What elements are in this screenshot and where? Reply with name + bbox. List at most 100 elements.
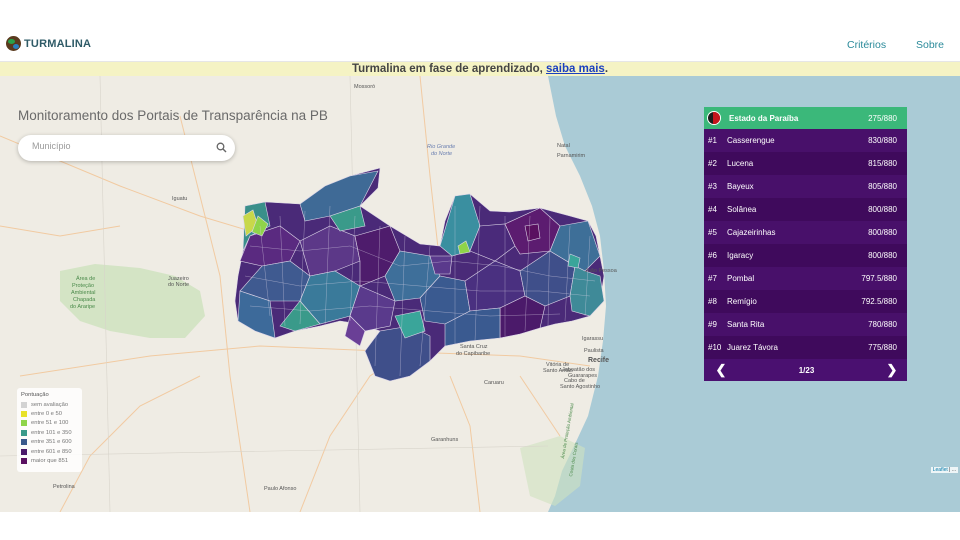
legend-swatch bbox=[21, 458, 27, 465]
map-legend: Pontuação sem avaliação entre 0 e 50 ent… bbox=[17, 388, 82, 472]
chevron-right-icon[interactable]: ❯ bbox=[885, 362, 899, 378]
rank-score: 800/880 bbox=[868, 228, 897, 237]
ranking-row[interactable]: #6 Igaracy 800/880 bbox=[704, 244, 907, 267]
legend-item: entre 101 e 350 bbox=[21, 428, 78, 437]
navbar: TURMALINA Critérios Sobre bbox=[0, 28, 960, 62]
chevron-left-icon[interactable]: ❮ bbox=[714, 362, 728, 378]
rank-name: Juarez Távora bbox=[727, 343, 778, 352]
rank-score: 797.5/880 bbox=[861, 274, 897, 283]
ranking-row[interactable]: #8 Remígio 792.5/880 bbox=[704, 290, 907, 313]
notice-text: Turmalina em fase de aprendizado, bbox=[351, 63, 547, 75]
ranking-row[interactable]: #2 Lucena 815/880 bbox=[704, 152, 907, 175]
legend-item: entre 351 e 600 bbox=[21, 438, 78, 447]
legend-swatch bbox=[21, 420, 27, 427]
map-label-recife: Recife bbox=[588, 357, 610, 364]
app-frame: TURMALINA Critérios Sobre Turmalina em f… bbox=[0, 0, 960, 540]
ranking-row[interactable]: #5 Cajazeirinhas 800/880 bbox=[704, 221, 907, 244]
legend-item: maior que 851 bbox=[21, 456, 78, 465]
map-label-petrolina: Petrolina bbox=[53, 484, 75, 490]
map-label-natal: Natal bbox=[557, 143, 570, 149]
rank-position: #2 bbox=[708, 159, 717, 168]
logo-icon bbox=[6, 36, 21, 51]
rank-position: #1 bbox=[708, 136, 717, 145]
ranking-row[interactable]: #10 Juarez Távora 775/880 bbox=[704, 336, 907, 359]
rank-position: #4 bbox=[708, 205, 717, 214]
rank-name: Pombal bbox=[727, 274, 755, 283]
search-input[interactable] bbox=[32, 141, 212, 151]
map-label-capibaribe: do Capibaribe bbox=[456, 351, 491, 357]
map-label-garanhuns: Garanhuns bbox=[431, 437, 459, 443]
legend-label: entre 0 e 50 bbox=[31, 411, 62, 418]
rank-position: #10 bbox=[708, 343, 722, 352]
legend-label: sem avaliação bbox=[31, 401, 69, 408]
legend-item: entre 601 e 850 bbox=[21, 447, 78, 456]
ranking-list: #1 Casserengue 830/880 #2 Lucena 815/880 #3 B… bbox=[704, 129, 907, 359]
ranking-row[interactable]: #7 Pombal 797.5/880 bbox=[704, 267, 907, 290]
rank-position: #7 bbox=[708, 274, 717, 283]
map-label-area: Área de bbox=[76, 276, 96, 282]
legend-item: sem avaliação bbox=[21, 400, 78, 409]
legend-swatch bbox=[21, 411, 27, 418]
rank-position: #5 bbox=[708, 228, 717, 237]
map-label-paulo-afonso: Paulo Afonso bbox=[264, 486, 297, 492]
rank-position: #6 bbox=[708, 251, 717, 260]
map-label-araripe: do Araripe bbox=[70, 304, 96, 310]
search-box[interactable] bbox=[18, 135, 235, 161]
page-indicator: 1/23 bbox=[798, 365, 815, 375]
paraiba-flag-icon bbox=[707, 111, 721, 125]
legend-title: Pontuação bbox=[21, 392, 49, 398]
ranking-row[interactable]: #9 Santa Rita 780/880 bbox=[704, 313, 907, 336]
brand[interactable]: TURMALINA bbox=[6, 36, 91, 51]
ranking-row[interactable]: #1 Casserengue 830/880 bbox=[704, 129, 907, 152]
brand-name: TURMALINA bbox=[24, 37, 92, 50]
legend-item: entre 0 e 50 bbox=[21, 409, 78, 418]
map-label-parnamirim: Parnamirim bbox=[557, 153, 586, 159]
rank-score: 800/880 bbox=[868, 205, 897, 214]
ranking-panel: Estado da Paraíba 275/880 #1 Casserengue 8… bbox=[704, 107, 907, 381]
rank-score: 805/880 bbox=[868, 182, 897, 191]
attribution-rest: | ... bbox=[947, 467, 956, 473]
notice-suffix: . bbox=[604, 63, 609, 75]
rank-position: #3 bbox=[708, 182, 717, 191]
map-label-mossoro: Mossoró bbox=[354, 84, 376, 90]
leaflet-link[interactable]: Leaflet bbox=[933, 467, 948, 473]
rank-score: 830/880 bbox=[868, 136, 897, 145]
map-label-protecao: Proteção bbox=[72, 283, 95, 289]
ranking-row[interactable]: #4 Solânea 800/880 bbox=[704, 198, 907, 221]
map-label-joao-pessoa: João Pessoa bbox=[585, 268, 617, 274]
map-attribution: Leaflet | ... bbox=[930, 467, 958, 473]
map-label-juazeiro-norte: do Norte bbox=[168, 282, 190, 288]
rank-name: Lucena bbox=[727, 159, 754, 168]
search-icon[interactable] bbox=[216, 142, 227, 153]
map-label-do-norte: do Norte bbox=[431, 151, 453, 157]
rank-name: Remígio bbox=[727, 297, 757, 306]
rank-position: #8 bbox=[708, 297, 717, 306]
nav-link-criterios[interactable]: Critérios bbox=[847, 39, 886, 51]
map-label-iguatu: Iguatu bbox=[172, 196, 188, 202]
legend-swatch bbox=[21, 448, 27, 455]
state-score: 275/880 bbox=[868, 113, 897, 123]
legend-item: entre 51 e 100 bbox=[21, 419, 78, 428]
legend-swatch bbox=[21, 429, 27, 436]
rank-score: 800/880 bbox=[868, 251, 897, 260]
page-title: Monitoramento dos Portais de Transparênc… bbox=[18, 108, 328, 123]
legend-swatch bbox=[21, 439, 27, 446]
ranking-row[interactable]: #3 Bayeux 805/880 bbox=[704, 175, 907, 198]
map-label-igarassu: Igarassu bbox=[582, 336, 604, 342]
rank-name: Cajazeirinhas bbox=[727, 228, 776, 237]
rank-name: Igaracy bbox=[727, 251, 754, 260]
map-label-santo-agostinho: Santo Agostinho bbox=[560, 384, 601, 390]
nav-link-sobre[interactable]: Sobre bbox=[916, 39, 944, 51]
legend-label: entre 601 e 850 bbox=[31, 448, 72, 455]
rank-score: 780/880 bbox=[868, 320, 897, 329]
notice-banner: Turmalina em fase de aprendizado, saiba … bbox=[0, 62, 960, 76]
map-label-chapada: Chapada bbox=[73, 297, 96, 303]
map-label-rio-grande: Rio Grande bbox=[427, 144, 456, 150]
map-label-santa-cruz: Santa Cruz bbox=[460, 344, 488, 350]
legend-label: entre 101 e 350 bbox=[31, 429, 72, 436]
map-label-paulista: Paulista bbox=[584, 348, 604, 354]
ranking-state-row[interactable]: Estado da Paraíba 275/880 bbox=[704, 107, 907, 129]
legend-label: maior que 851 bbox=[31, 458, 69, 465]
map-label-ambiental: Ambiental bbox=[71, 290, 96, 296]
notice-link[interactable]: saiba mais bbox=[546, 63, 605, 75]
